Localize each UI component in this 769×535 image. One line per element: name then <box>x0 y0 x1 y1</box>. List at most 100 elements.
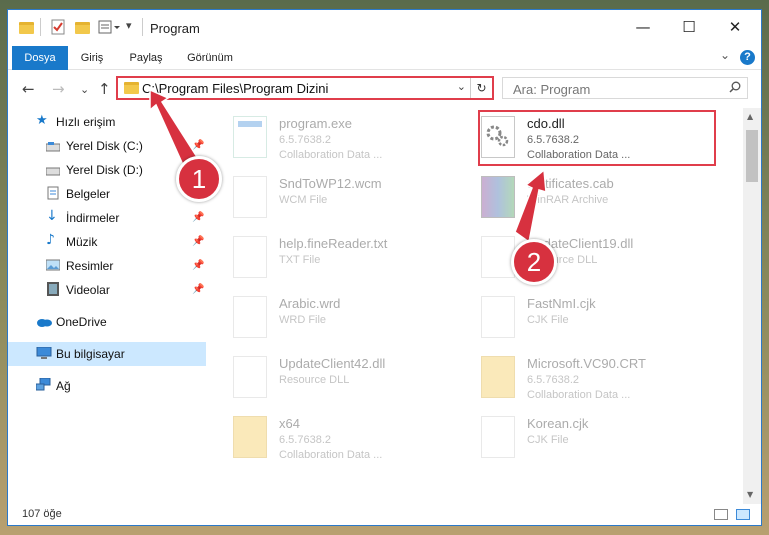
star-icon: ★ <box>36 113 48 128</box>
drive-icon <box>45 165 61 177</box>
folder-icon <box>233 416 267 458</box>
file-icon <box>481 296 515 338</box>
sidebar-item-label: Videolar <box>66 283 110 297</box>
list-item[interactable]: SndToWP12.wcm WCM File <box>211 170 451 226</box>
sidebar-item-label: Hızlı erişim <box>56 115 116 129</box>
up-button[interactable]: ↑ <box>98 82 111 97</box>
list-item[interactable]: Korean.cjk CJK File <box>459 410 699 466</box>
list-item[interactable]: program.exe 6.5.7638.2 Collaboration Dat… <box>211 110 451 166</box>
sidebar-item-quick-access[interactable]: ★ Hızlı erişim <box>8 110 206 134</box>
address-bar[interactable]: C:\Program Files\Program Dizini ⌄ ↻ <box>116 76 494 100</box>
sidebar-item-label: Bu bilgisayar <box>56 347 125 361</box>
list-item[interactable]: FastNmI.cjk CJK File <box>459 290 699 346</box>
pin-icon[interactable]: 📌 <box>192 140 204 151</box>
scroll-down-icon[interactable]: ▼ <box>747 490 753 499</box>
sidebar-item-music[interactable]: ♪ Müzik 📌 <box>8 230 206 254</box>
sidebar-item-onedrive[interactable]: OneDrive <box>8 310 206 334</box>
quick-access-dropdown-icon[interactable]: ▾ <box>126 19 132 32</box>
list-item[interactable]: UpdateClient42.dll Resource DLL <box>211 350 451 406</box>
file-name: FastNmI.cjk <box>527 296 596 311</box>
file-description: Collaboration Data ... <box>527 389 631 401</box>
scrollbar-thumb[interactable] <box>746 130 758 182</box>
folder-icon <box>481 356 515 398</box>
large-icons-view-icon[interactable] <box>736 509 750 520</box>
exe-file-icon <box>233 116 267 158</box>
file-name: Korean.cjk <box>527 416 589 431</box>
list-item[interactable]: certificates.cab WinRAR Archive <box>459 170 699 226</box>
list-item[interactable]: UpdateClient19.dll Resource DLL <box>459 230 699 286</box>
file-name: help.fineReader.txt <box>279 236 388 251</box>
file-type: TXT File <box>279 254 321 266</box>
list-item[interactable]: x64 6.5.7638.2 Collaboration Data ... <box>211 410 451 466</box>
vertical-scrollbar[interactable]: ▲ ▼ <box>743 108 761 504</box>
title-bar: ▾ Program — ☐ ✕ <box>8 10 761 46</box>
address-dropdown-icon[interactable]: ⌄ <box>457 80 466 93</box>
tab-home[interactable]: Giriş <box>74 46 110 70</box>
divider <box>40 18 41 36</box>
sidebar-item-this-pc[interactable]: Bu bilgisayar <box>8 342 206 366</box>
sidebar-item-label: Yerel Disk (D:) <box>66 163 143 177</box>
highlight-box <box>478 110 716 166</box>
refresh-button[interactable]: ↻ <box>470 78 492 98</box>
expand-ribbon-icon[interactable]: ⌄ <box>720 48 730 62</box>
drive-icon <box>45 141 61 153</box>
pin-icon[interactable]: 📌 <box>192 236 204 247</box>
tab-file[interactable]: Dosya <box>12 46 68 70</box>
text-file-icon <box>233 236 267 278</box>
file-name: UpdateClient42.dll <box>279 356 386 371</box>
maximize-button[interactable]: ☐ <box>666 10 712 44</box>
file-name: program.exe <box>279 116 352 131</box>
sidebar-item-videos[interactable]: Videolar 📌 <box>8 278 206 302</box>
file-type: CJK File <box>527 434 569 446</box>
archive-icon <box>481 176 515 218</box>
dll-file-icon <box>481 236 515 278</box>
search-icon[interactable] <box>729 81 741 93</box>
folder-icon[interactable] <box>18 19 36 37</box>
dll-file-icon <box>233 356 267 398</box>
back-button[interactable]: ← <box>22 82 35 97</box>
close-button[interactable]: ✕ <box>712 10 758 44</box>
tab-view[interactable]: Görünüm <box>182 46 238 70</box>
music-icon: ♪ <box>46 232 55 248</box>
new-folder-icon[interactable] <box>74 19 92 37</box>
customize-toolbar-icon[interactable] <box>98 19 120 37</box>
file-icon <box>233 296 267 338</box>
computer-icon <box>36 346 52 359</box>
sidebar-item-label: İndirmeler <box>66 211 120 225</box>
file-type: Resource DLL <box>279 374 350 386</box>
tab-share[interactable]: Paylaş <box>124 46 168 70</box>
sidebar-item-network[interactable]: Ağ <box>8 374 206 398</box>
search-input[interactable]: Ara: Program <box>502 77 748 99</box>
file-name: certificates.cab <box>527 176 614 191</box>
list-item[interactable]: Microsoft.VC90.CRT 6.5.7638.2 Collaborat… <box>459 350 699 406</box>
navigation-bar: ← → ⌄ ↑ C:\Program Files\Program Dizini … <box>8 70 761 108</box>
pin-icon[interactable]: 📌 <box>192 284 204 295</box>
forward-button[interactable]: → <box>52 82 65 97</box>
list-item[interactable]: Arabic.wrd WRD File <box>211 290 451 346</box>
file-version: 6.5.7638.2 <box>279 134 331 146</box>
file-name: x64 <box>279 416 300 431</box>
pin-icon[interactable]: 📌 <box>192 212 204 223</box>
sidebar-item-drive-c[interactable]: Yerel Disk (C:) 📌 <box>8 134 206 158</box>
address-path[interactable]: C:\Program Files\Program Dizini <box>142 81 328 96</box>
help-icon[interactable]: ? <box>740 50 755 65</box>
sidebar-item-label: Ağ <box>56 379 71 393</box>
item-count: 107 öğe <box>22 508 62 520</box>
list-item[interactable]: help.fineReader.txt TXT File <box>211 230 451 286</box>
recent-locations-button[interactable]: ⌄ <box>80 82 89 97</box>
scroll-up-icon[interactable]: ▲ <box>747 112 753 121</box>
pin-icon[interactable]: 📌 <box>192 260 204 271</box>
sidebar-item-label: Resimler <box>66 259 114 273</box>
details-view-icon[interactable] <box>714 509 728 520</box>
properties-icon[interactable] <box>50 19 68 37</box>
sidebar-item-label: Yerel Disk (C:) <box>66 139 143 153</box>
ribbon-tabs: Dosya Giriş Paylaş Görünüm ⌄ ? <box>8 46 761 70</box>
status-bar: 107 öğe <box>8 504 761 525</box>
file-icon <box>481 416 515 458</box>
divider <box>142 18 143 36</box>
minimize-button[interactable]: — <box>620 10 666 44</box>
navigation-pane: ★ Hızlı erişim Yerel Disk (C:) 📌 Yerel D… <box>8 108 206 504</box>
search-placeholder: Ara: Program <box>513 82 591 97</box>
sidebar-item-downloads[interactable]: ↓ İndirmeler 📌 <box>8 206 206 230</box>
sidebar-item-pictures[interactable]: Resimler 📌 <box>8 254 206 278</box>
